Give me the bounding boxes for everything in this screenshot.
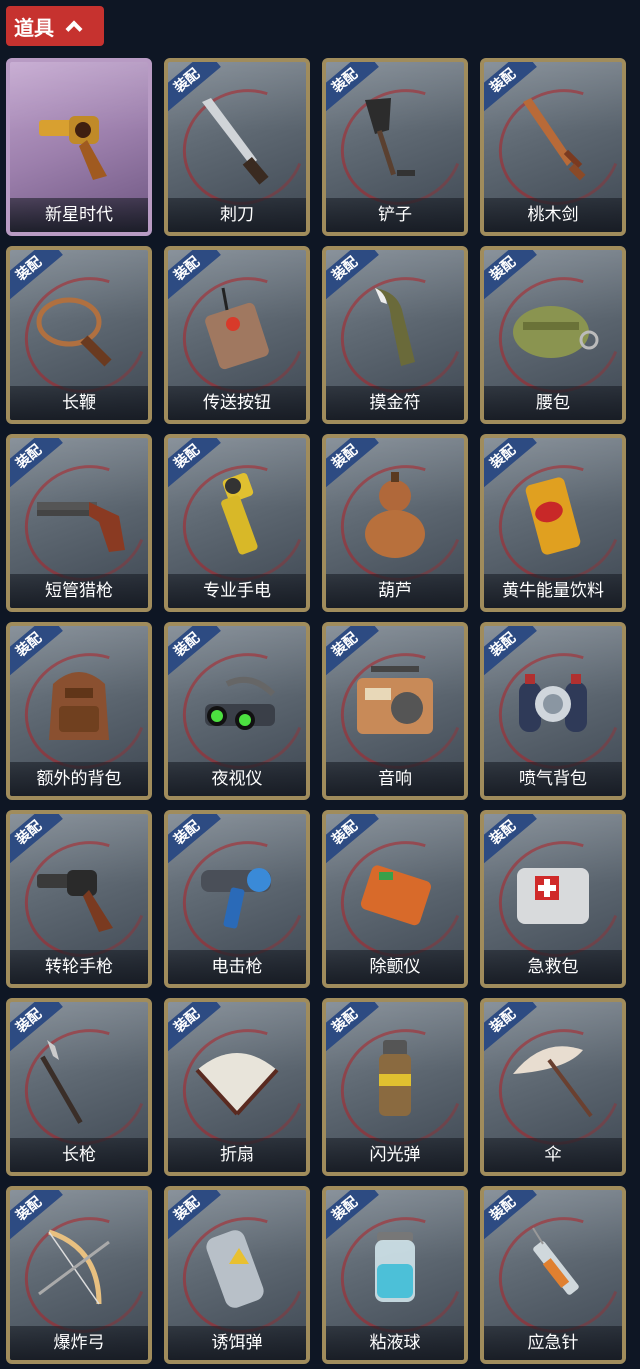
item-card[interactable]: 装配 摸金符 [322,246,468,424]
spear-icon [10,1024,148,1136]
item-card[interactable]: 装配 腰包 [480,246,626,424]
item-label: 长枪 [10,1138,148,1172]
item-label: 闪光弹 [326,1138,464,1172]
explosive-bow-icon [10,1212,148,1324]
item-card[interactable]: 装配 折扇 [164,998,310,1176]
item-label: 折扇 [168,1138,306,1172]
item-card[interactable]: 装配 爆炸弓 [6,1186,152,1364]
item-card[interactable]: 装配 专业手电 [164,434,310,612]
item-card[interactable]: 装配 长鞭 [6,246,152,424]
item-label: 诱饵弹 [168,1326,306,1360]
item-label: 电击枪 [168,950,306,984]
bayonet-icon [168,84,306,196]
item-card[interactable]: 装配 喷气背包 [480,622,626,800]
item-card[interactable]: 装配 葫芦 [322,434,468,612]
item-label: 粘液球 [326,1326,464,1360]
item-label: 长鞭 [10,386,148,420]
item-card[interactable]: 装配 电击枪 [164,810,310,988]
shock-gun-icon [168,836,306,948]
item-card[interactable]: 新星时代 [6,58,152,236]
item-label: 喷气背包 [484,762,622,796]
item-label: 伞 [484,1138,622,1172]
item-card[interactable]: 装配 闪光弹 [322,998,468,1176]
item-card[interactable]: 装配 额外的背包 [6,622,152,800]
decoy-grenade-icon [168,1212,306,1324]
item-label: 新星时代 [10,198,148,232]
item-label: 传送按钮 [168,386,306,420]
jetpack-icon [484,648,622,760]
item-label: 专业手电 [168,574,306,608]
item-label: 短管猎枪 [10,574,148,608]
shotgun-icon [10,460,148,572]
first-aid-kit-icon [484,836,622,948]
item-label: 黄牛能量饮料 [484,574,622,608]
item-label: 急救包 [484,950,622,984]
item-label: 爆炸弓 [10,1326,148,1360]
item-label: 葫芦 [326,574,464,608]
peachwood-sword-icon [484,84,622,196]
emergency-syringe-icon [484,1212,622,1324]
item-card[interactable]: 装配 诱饵弹 [164,1186,310,1364]
item-label: 夜视仪 [168,762,306,796]
talisman-icon [326,272,464,384]
slime-ball-icon [326,1212,464,1324]
item-card[interactable]: 装配 长枪 [6,998,152,1176]
radio-icon [326,648,464,760]
teleport-button-icon [168,272,306,384]
energy-drink-icon [484,460,622,572]
folding-fan-icon [168,1024,306,1136]
item-label: 应急针 [484,1326,622,1360]
flashlight-icon [168,460,306,572]
night-vision-icon [168,648,306,760]
item-card[interactable]: 装配 短管猎枪 [6,434,152,612]
item-card[interactable]: 装配 应急针 [480,1186,626,1364]
item-card[interactable]: 装配 除颤仪 [322,810,468,988]
backpack-icon [10,648,148,760]
item-label: 音响 [326,762,464,796]
item-label: 腰包 [484,386,622,420]
item-label: 摸金符 [326,386,464,420]
category-title: 道具 [14,15,54,40]
item-card[interactable]: 装配 音响 [322,622,468,800]
item-card[interactable]: 装配 转轮手枪 [6,810,152,988]
item-card[interactable]: 装配 刺刀 [164,58,310,236]
item-label: 刺刀 [168,198,306,232]
revolver-icon [10,836,148,948]
item-label: 桃木剑 [484,198,622,232]
item-card[interactable]: 装配 传送按钮 [164,246,310,424]
item-label: 铲子 [326,198,464,232]
gourd-icon [326,460,464,572]
chevron-up-icon [65,20,83,38]
item-card[interactable]: 装配 桃木剑 [480,58,626,236]
defibrillator-icon [326,836,464,948]
item-card[interactable]: 装配 铲子 [322,58,468,236]
item-card[interactable]: 装配 夜视仪 [164,622,310,800]
umbrella-icon [484,1024,622,1136]
item-card[interactable]: 装配 粘液球 [322,1186,468,1364]
item-label: 除颤仪 [326,950,464,984]
item-label: 额外的背包 [10,762,148,796]
items-category-tab[interactable]: 道具 [6,6,104,46]
shovel-icon [326,84,464,196]
item-card[interactable]: 装配 急救包 [480,810,626,988]
whip-icon [10,272,148,384]
revolver-golden-icon [10,84,148,196]
item-card[interactable]: 装配伞 [480,998,626,1176]
waist-pack-icon [484,272,622,384]
item-label: 转轮手枪 [10,950,148,984]
item-card[interactable]: 装配 黄牛能量饮料 [480,434,626,612]
flashbang-icon [326,1024,464,1136]
